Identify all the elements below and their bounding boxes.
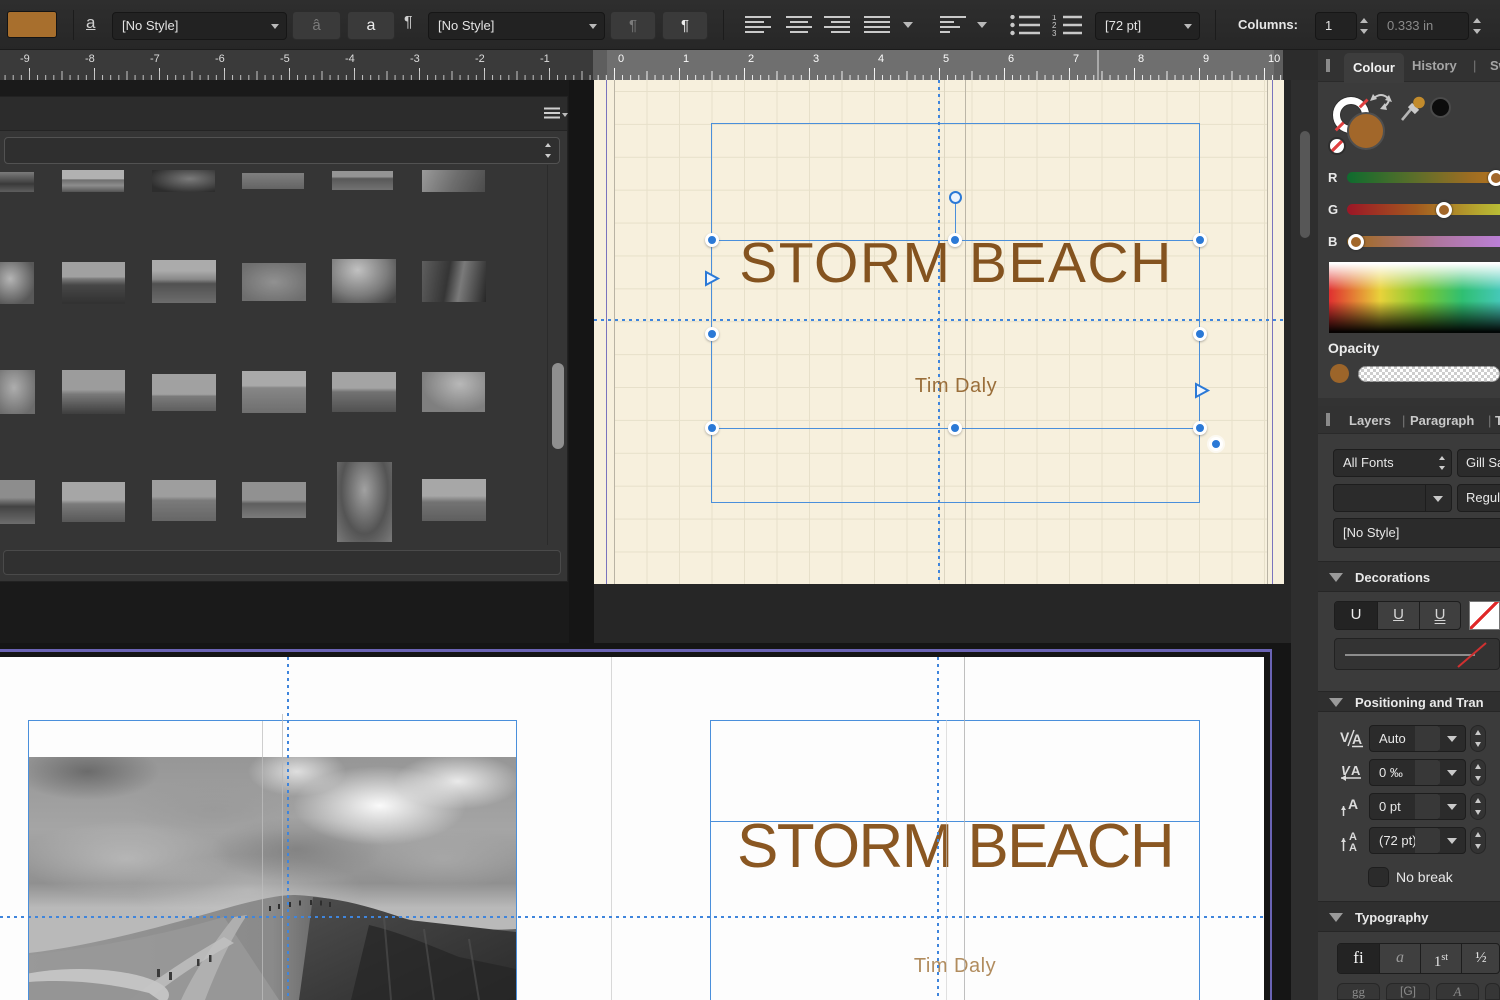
svg-text:3: 3 <box>1052 29 1057 36</box>
svg-text:A: A <box>1349 842 1357 854</box>
svg-text:A: A <box>1348 796 1358 812</box>
svg-text:A: A <box>1351 763 1361 778</box>
